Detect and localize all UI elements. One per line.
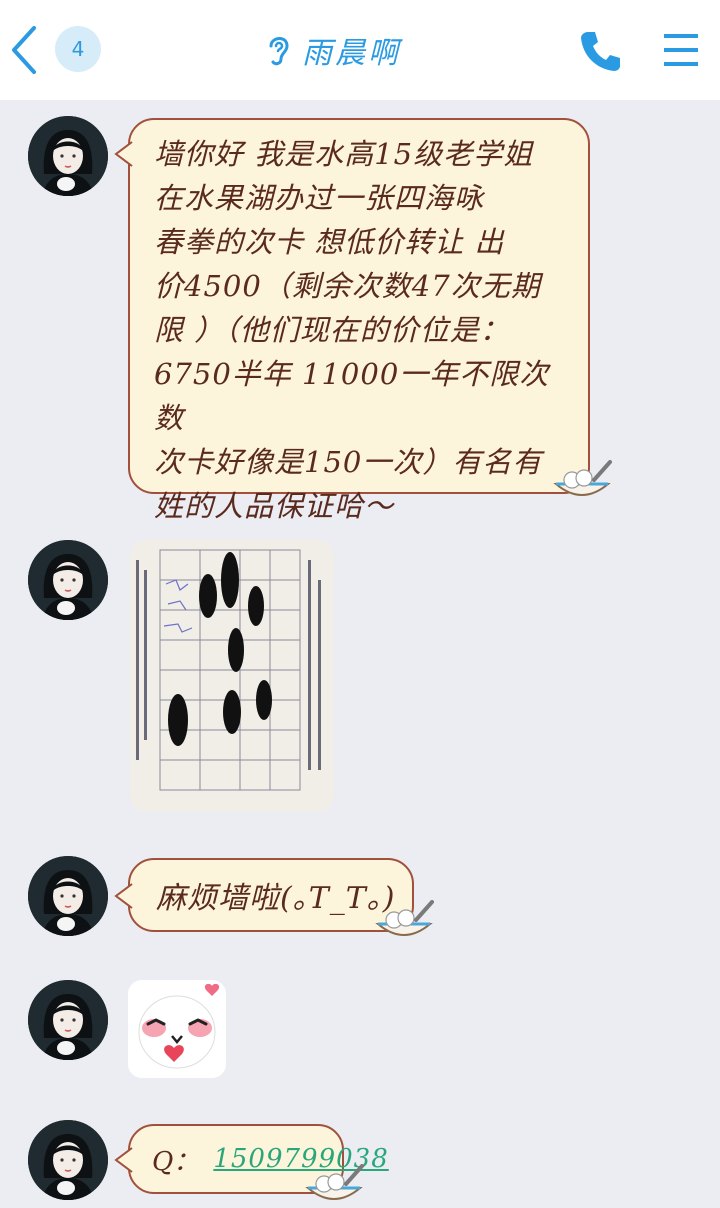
tangyuan-bowl-icon [553,460,612,496]
ear-icon [269,37,289,66]
phone-icon[interactable] [578,28,624,74]
message-text: 墙你好 我是水高15级老学姐 在水果湖办过一张四海咏 春拳的次卡 想低价转让 出… [154,137,550,523]
qq-label: Q： [152,1146,200,1177]
blush-face-sticker[interactable] [128,980,226,1078]
sender-avatar[interactable] [28,980,108,1060]
tangyuan-bowl-icon [305,1164,364,1200]
top-bar: 4 雨晨啊 [0,0,720,100]
message-bubble[interactable]: 墙你好 我是水高15级老学姐 在水果湖办过一张四海咏 春拳的次卡 想低价转让 出… [114,118,590,523]
sender-avatar[interactable] [28,856,108,936]
sender-avatar[interactable] [28,1120,108,1200]
contract-photo[interactable] [130,540,334,812]
tangyuan-bowl-icon [375,900,434,936]
chat-title: 雨晨啊 [302,36,401,71]
sender-avatar[interactable] [28,116,108,196]
menu-icon[interactable] [660,30,702,70]
sender-avatar[interactable] [28,540,108,620]
back-arrow-icon[interactable] [8,24,48,76]
message-text: 麻烦墙啦(｡T_T｡) [156,881,396,916]
unread-count-badge[interactable]: 4 [55,26,101,72]
chat-title-area[interactable]: 雨晨啊 [266,28,401,72]
